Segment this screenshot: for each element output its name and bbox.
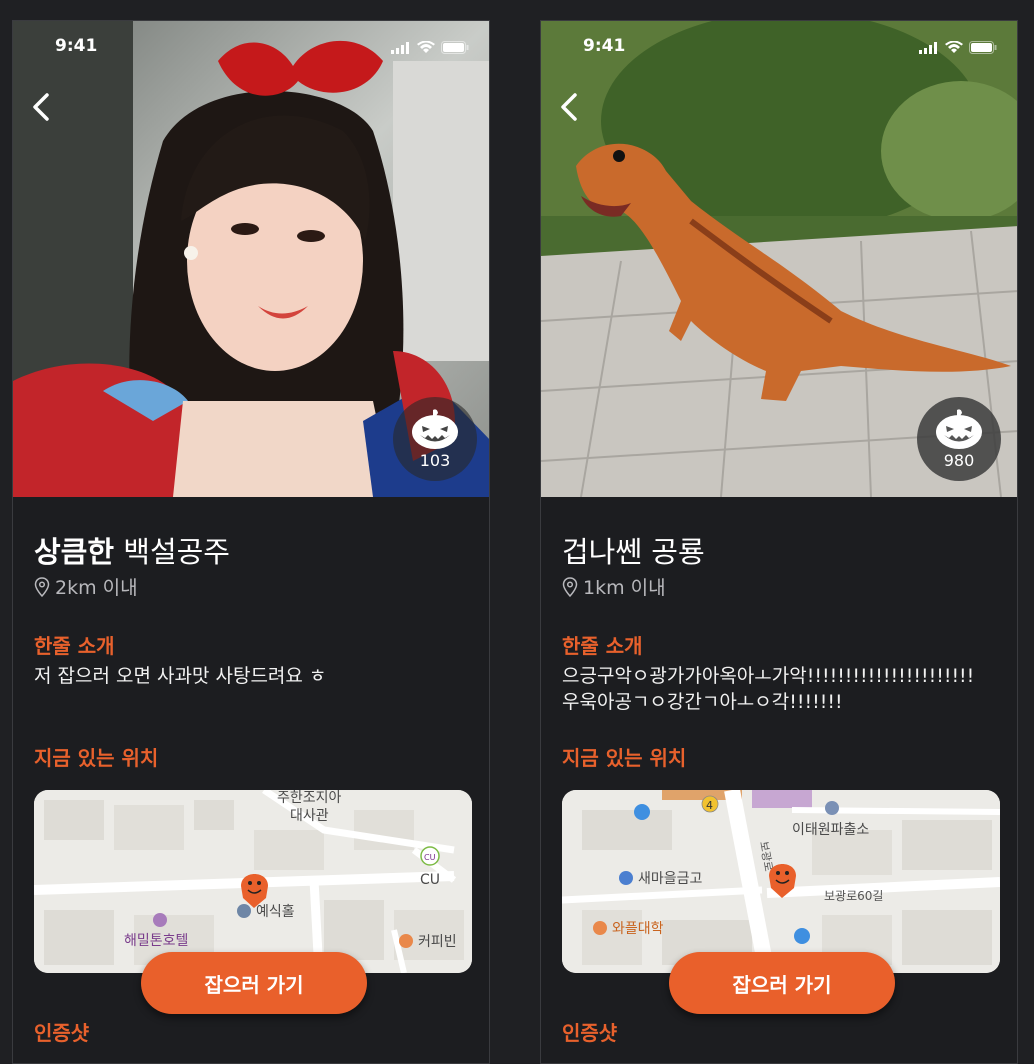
intro-line: 우욱아공ㄱㅇ강간ㄱ아ㅗㅇ각!!!!!!! [562, 691, 843, 713]
location-title: 지금 있는 위치 [562, 746, 687, 770]
battery-icon [969, 41, 997, 54]
intro-title: 한줄 소개 [562, 634, 643, 658]
profile-name: 겁나쎈 공룡 [562, 529, 705, 571]
map-label: 예식홀 [256, 904, 295, 920]
status-bar: 9:41 [13, 21, 489, 73]
back-button[interactable] [553, 89, 589, 125]
intro-text: 으긍구악ㅇ광가가아옥아ㅗ가악!!!!!!!!!!!!!!!!!!!!!! 우욱아… [562, 663, 974, 715]
intro-line: 저 잡으러 오면 사과맛 사탕드려요 ㅎ [34, 665, 327, 687]
name-adjective: 상큼한 [34, 535, 115, 569]
intro-title: 한줄 소개 [34, 634, 115, 658]
signal-icon [391, 41, 409, 54]
status-time: 9:41 [583, 36, 626, 56]
cu-logo-icon: CU [424, 853, 436, 862]
name-noun: 백설공주 [114, 535, 230, 569]
go-catch-button[interactable]: 잡으러 가기 [141, 952, 367, 1014]
back-button[interactable] [25, 89, 61, 125]
certification-shot-title: 인증샷 [34, 1021, 90, 1045]
map-label: 해밀톤호텔 [124, 933, 188, 949]
status-bar: 9:41 [541, 21, 1017, 73]
distance-text: 1km 이내 [583, 577, 666, 599]
map-label: CU [420, 872, 440, 888]
signal-icon [919, 41, 937, 54]
location-map[interactable]: 4 이태원파출소 새마을금고 와플대학 보광로60길 보광로 [562, 790, 1000, 973]
road-label: 보광로60길 [824, 889, 883, 903]
pumpkin-badge[interactable]: 103 [393, 397, 477, 481]
location-title: 지금 있는 위치 [34, 746, 159, 770]
status-time: 9:41 [55, 36, 98, 56]
bus-route-number: 4 [706, 799, 713, 812]
distance-text: 2km 이내 [55, 577, 138, 599]
distance-row: 2km 이내 [34, 573, 138, 600]
map-label: 주한조지아 [277, 790, 342, 806]
map-label: 와플대학 [612, 921, 664, 937]
chevron-left-icon [561, 93, 577, 121]
wifi-icon [945, 41, 963, 53]
profile-screen-snow-white: 9:41 103 상큼한 백설공주 2km 이내 한줄 소개 저 잡으러 오면 … [12, 20, 490, 1064]
pumpkin-count: 103 [419, 451, 451, 470]
status-icons [919, 41, 997, 54]
map-label: 커피빈 [418, 934, 457, 950]
battery-icon [441, 41, 469, 54]
intro-line: 으긍구악ㅇ광가가아옥아ㅗ가악!!!!!!!!!!!!!!!!!!!!!! [562, 665, 975, 687]
intro-text: 저 잡으러 오면 사과맛 사탕드려요 ㅎ [34, 663, 326, 689]
distance-row: 1km 이내 [562, 573, 666, 600]
profile-name: 상큼한 백설공주 [34, 529, 230, 571]
chevron-left-icon [33, 93, 49, 121]
map-label: 대사관 [290, 808, 329, 824]
wifi-icon [417, 41, 435, 53]
pumpkin-count: 980 [943, 451, 975, 470]
map-label: 이태원파출소 [792, 822, 869, 838]
location-pin-icon [34, 576, 50, 597]
location-map[interactable]: 주한조지아 대사관 예식홀 해밀톤호텔 CU CU 커피빈 [34, 790, 472, 973]
map-label: 새마을금고 [638, 871, 703, 887]
location-pin-icon [562, 576, 578, 597]
pumpkin-badge[interactable]: 980 [917, 397, 1001, 481]
status-icons [391, 41, 469, 54]
profile-screen-dinosaur: 9:41 980 겁나쎈 공룡 1km 이내 한줄 소개 으긍구악ㅇ광가가아옥아… [540, 20, 1018, 1064]
jack-o-lantern-icon [936, 409, 982, 449]
go-catch-button[interactable]: 잡으러 가기 [669, 952, 895, 1014]
certification-shot-title: 인증샷 [562, 1021, 618, 1045]
name-noun: 겁나쎈 공룡 [562, 535, 705, 569]
jack-o-lantern-icon [412, 409, 458, 449]
